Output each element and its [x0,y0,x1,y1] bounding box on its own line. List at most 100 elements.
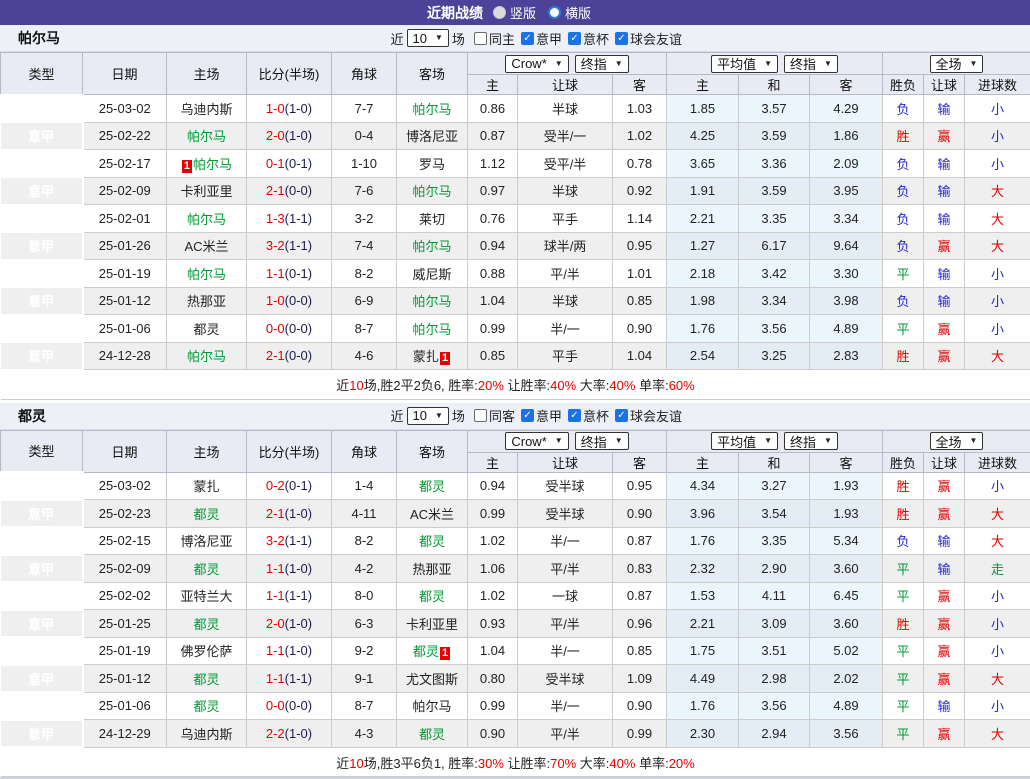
col-date: 日期 [83,53,167,95]
handicap-result-cell: 输 [924,692,965,720]
same-away-label[interactable]: 同客 [489,406,515,425]
league-label-serie-a[interactable]: 意甲 [536,406,562,425]
crown-company-select[interactable]: Crow*▼ [505,432,568,450]
crown-company-select[interactable]: Crow*▼ [505,55,568,73]
league-checkbox-club-friendly[interactable] [615,32,628,45]
torino-matches-table: 类型 日期 主场 比分(半场) 角球 客场 Crow*▼ 终指▼ 平均值▼ 终指… [0,430,1030,778]
avg-home-odds-cell: 3.96 [667,500,739,528]
same-home-label[interactable]: 同主 [489,29,515,48]
recent-count-select[interactable]: 10 ▼ [407,29,449,47]
home-team-cell: AC米兰 [167,232,247,260]
halftime-score: (0-1) [285,478,312,493]
handicap-line-cell: 受半球 [518,665,613,693]
score-cell: 1-1(1-0) [247,555,332,583]
full-match-scope-select[interactable]: 全场▼ [930,55,984,73]
handicap-away-odds-cell: 1.09 [613,665,667,693]
league-checkbox-serie-a[interactable] [521,32,534,45]
team-name-text: 佛罗伦萨 [180,644,232,659]
result-cell: 平 [883,692,924,720]
team-name-text: 都灵 [419,727,445,742]
handicap-line-cell: 半/一 [518,527,613,555]
full-match-scope-select[interactable]: 全场▼ [930,432,984,450]
home-team-cell: 卡利亚里 [167,177,247,205]
result-group-header: 全场▼ [883,430,1030,452]
match-row: 意甲25-03-02乌迪内斯1-0(1-0)7-7帕尔马0.86半球1.031.… [1,95,1030,123]
final-index-select-2[interactable]: 终指▼ [784,55,838,73]
red-card-badge: 1 [182,160,192,173]
score-cell: 1-1(1-1) [247,582,332,610]
team-name-text: 帕尔马 [412,294,451,309]
avg-home-odds-cell: 2.54 [667,342,739,370]
horizontal-layout-label[interactable]: 横版 [565,3,591,22]
final-index-select[interactable]: 终指▼ [575,432,629,450]
fulltime-score: 1-1 [266,643,285,658]
result-cell: 平 [883,637,924,665]
fulltime-score: 1-3 [266,211,285,226]
avg-home-odds-cell: 2.21 [667,610,739,638]
same-home-checkbox[interactable] [474,32,487,45]
matches-tbody: 意甲25-03-02蒙扎0-2(0-1)1-4都灵0.94受半球0.954.34… [1,472,1030,747]
avg-draw-odds-cell: 2.94 [739,720,810,748]
fulltime-score: 2-1 [266,183,285,198]
league-checkbox-club-friendly[interactable] [615,409,628,422]
league-label-serie-a[interactable]: 意甲 [536,29,562,48]
league-checkbox-italy-cup[interactable] [568,409,581,422]
avg-home-odds-cell: 2.18 [667,260,739,288]
match-row: 意甲25-02-02亚特兰大1-1(1-1)8-0都灵1.02一球0.871.5… [1,582,1030,610]
chevron-down-icon: ▼ [555,437,563,445]
same-away-checkbox[interactable] [474,409,487,422]
avg-away-odds-cell: 9.64 [810,232,883,260]
average-odds-group-header: 平均值▼ 终指▼ [667,430,883,452]
league-cell: 意甲 [1,150,83,178]
away-team-cell: 罗马 [397,150,468,178]
handicap-result-cell: 赢 [924,122,965,150]
league-cell: 意甲 [1,232,83,260]
handicap-line-cell: 半/一 [518,315,613,343]
home-team-cell: 亚特兰大 [167,582,247,610]
league-label-italy-cup[interactable]: 意杯 [583,29,609,48]
col-away: 客场 [397,430,468,472]
score-cell: 1-1(1-0) [247,637,332,665]
home-team-cell: 热那亚 [167,287,247,315]
vertical-layout-radio[interactable] [493,6,506,19]
league-checkbox-serie-a[interactable] [521,409,534,422]
handicap-away-odds-cell: 0.99 [613,720,667,748]
avg-draw-odds-cell: 3.35 [739,527,810,555]
halftime-score: (1-1) [285,588,312,603]
handicap-home-odds-cell: 0.86 [468,95,518,123]
handicap-result-cell: 赢 [924,315,965,343]
final-index-select-2[interactable]: 终指▼ [784,432,838,450]
avg-home-odds-cell: 1.76 [667,315,739,343]
avg-draw-odds-cell: 2.98 [739,665,810,693]
page-title: 近期战绩 [427,3,483,23]
chevron-down-icon: ▼ [824,60,832,68]
result-cell: 平 [883,720,924,748]
corner-cell: 6-9 [332,287,397,315]
handicap-result-cell: 赢 [924,472,965,500]
handicap-line-cell: 半/一 [518,692,613,720]
league-label-italy-cup[interactable]: 意杯 [583,406,609,425]
col-handicap-result: 让球 [924,75,965,95]
horizontal-layout-radio[interactable] [548,6,561,19]
match-row: 意甲25-01-12都灵1-1(1-1)9-1尤文图斯0.80受半球1.094.… [1,665,1030,693]
league-checkbox-italy-cup[interactable] [568,32,581,45]
league-label-club-friendly[interactable]: 球会友谊 [630,406,682,425]
home-team-cell: 帕尔马 [167,260,247,288]
recent-count-select[interactable]: 10 ▼ [407,407,449,425]
final-index-select[interactable]: 终指▼ [575,55,629,73]
match-row: 意甲24-12-28帕尔马2-1(0-0)4-6蒙扎10.85平手1.042.5… [1,342,1030,370]
avg-home-odds-cell: 2.30 [667,720,739,748]
league-label-club-friendly[interactable]: 球会友谊 [630,29,682,48]
home-team-cell: 都灵 [167,665,247,693]
col-handicap-away: 客 [613,75,667,95]
avg-draw-odds-cell: 3.56 [739,315,810,343]
result-cell: 平 [883,260,924,288]
avg-home-odds-cell: 4.49 [667,665,739,693]
vertical-layout-label[interactable]: 竖版 [510,3,536,22]
handicap-result-cell: 输 [924,527,965,555]
average-odds-select[interactable]: 平均值▼ [711,432,778,450]
home-team-cell: 博洛尼亚 [167,527,247,555]
team-name-text: 帕尔马 [193,157,232,172]
average-odds-select[interactable]: 平均值▼ [711,55,778,73]
match-row: 意甲25-01-12热那亚1-0(0-0)6-9帕尔马1.04半球0.851.9… [1,287,1030,315]
